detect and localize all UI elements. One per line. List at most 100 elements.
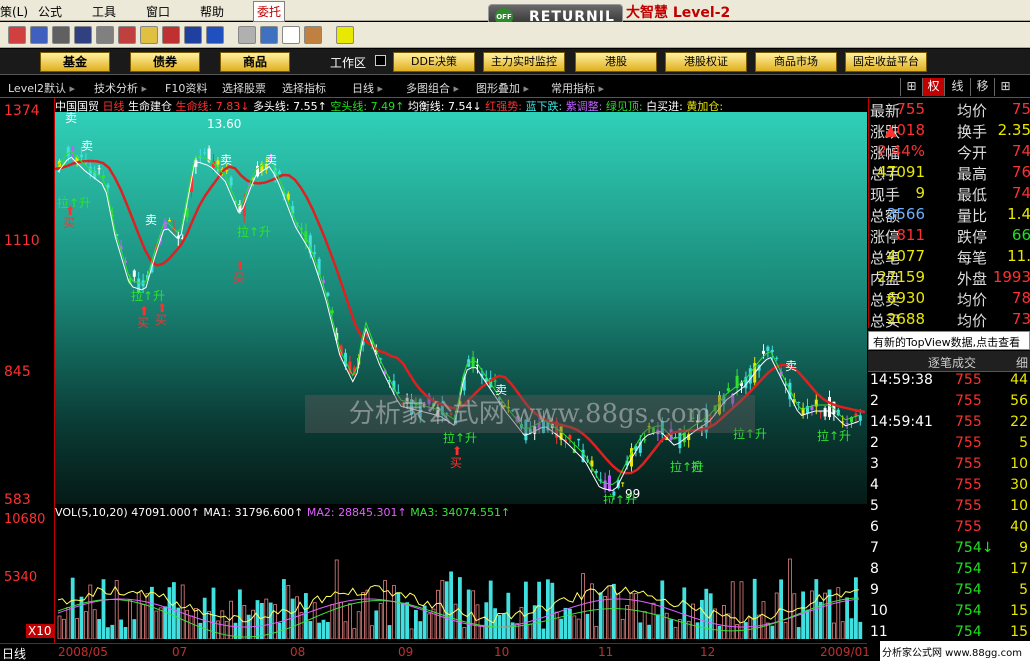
menu-window[interactable]: 窗口	[146, 3, 170, 20]
icon-toolbar	[0, 22, 1030, 48]
tab-line[interactable]: 线	[944, 78, 970, 96]
save-icon[interactable]	[238, 26, 256, 44]
main-force-monitor-button[interactable]: 主力实时监控	[483, 52, 565, 72]
tab-rights[interactable]: 权	[922, 78, 944, 96]
volume-bar	[259, 602, 264, 640]
tick-volume: 22	[1010, 414, 1028, 430]
volume-bar	[625, 605, 629, 640]
volume-bar	[796, 627, 801, 640]
menu-tools[interactable]: 工具	[92, 3, 116, 20]
volume-bar	[457, 577, 462, 640]
quote-value: 1.4	[1007, 205, 1030, 223]
volume-chart[interactable]	[55, 520, 867, 640]
volume-bar	[581, 573, 585, 640]
tick-time: 7	[870, 540, 879, 556]
tick-volume: 10	[1010, 456, 1028, 472]
workarea-label: 工作区	[330, 56, 367, 70]
tab-f10[interactable]: F10资料	[165, 80, 207, 96]
binoculars-icon[interactable]	[74, 26, 92, 44]
entrust-button[interactable]: 委托	[253, 1, 286, 22]
pull-up-signal: 拉↑升	[817, 428, 851, 443]
layout-icon[interactable]	[282, 26, 300, 44]
volume-bar	[141, 604, 145, 640]
volume-bar	[409, 628, 414, 640]
tab-daily[interactable]: 日线 ▸	[352, 80, 383, 96]
tab-move[interactable]: 移	[970, 78, 994, 96]
menu-strategy[interactable]: 策(L)	[0, 3, 28, 20]
quote-label: 均价	[957, 312, 988, 330]
hk-warrant-button[interactable]: 港股权证	[665, 52, 747, 72]
ma1-value: 31796.600↑	[234, 506, 304, 519]
volume-bar	[308, 621, 313, 640]
volume-bar	[550, 582, 555, 640]
quote-label: 最低	[957, 186, 988, 204]
volume-bar	[656, 614, 660, 640]
forbid-icon[interactable]	[162, 26, 180, 44]
tick-price: 754	[955, 624, 982, 640]
grid-icon[interactable]: ⊞	[900, 78, 922, 96]
price-chart[interactable]: 13.60 99 ⬆ 买 ⬆ 买 ⬆ 买 ⬆ 买 ⬆ 买卖卖卖卖卖卖卖拉↑升 拉↑升 拉↑升 拉↑升 拉↑升拉…	[55, 112, 867, 504]
tab-grid2[interactable]: ⊞	[994, 78, 1016, 96]
pull-signal: 拉	[691, 459, 703, 474]
volume-bar	[176, 607, 181, 640]
tick-volume: 40	[1010, 519, 1028, 535]
menu-help[interactable]: 帮助	[200, 3, 224, 20]
volume-bar	[128, 599, 132, 640]
tick-header-detail[interactable]: 细	[1016, 354, 1028, 371]
ie-icon[interactable]	[206, 26, 224, 44]
tab-select-indicator[interactable]: 选择指标	[282, 80, 326, 96]
window-icon[interactable]	[260, 26, 278, 44]
tick-row: 14:59:41 755 22	[868, 414, 1030, 435]
tab-common-indicators[interactable]: 常用指标 ▸	[551, 80, 604, 96]
tool-icon[interactable]	[52, 26, 70, 44]
volume-bar	[180, 584, 185, 640]
candle-body	[766, 346, 770, 351]
volume-bar	[695, 622, 700, 640]
volume-bar	[369, 625, 374, 640]
sell-signal: 卖	[220, 153, 232, 167]
tick-time: 3	[870, 456, 879, 472]
candle-body	[775, 357, 779, 359]
fixed-income-button[interactable]: 固定收益平台	[845, 52, 927, 72]
topview-notice[interactable]: 有新的TopView数据,点击查看	[868, 331, 1030, 350]
tick-header-label[interactable]: 逐笔成交	[928, 354, 976, 371]
volume-bar	[590, 583, 594, 640]
quote-label: 量比	[957, 207, 988, 225]
tick-price: 754	[955, 603, 982, 619]
hk-stock-button[interactable]: 港股	[575, 52, 657, 72]
tab-label: 常用指标	[551, 82, 595, 95]
vol-tick-10680: 10680	[4, 512, 46, 527]
watermark-footer: 分析家公式网 www.88gg.com	[880, 641, 1030, 661]
workarea-checkbox[interactable]	[375, 55, 386, 66]
fund-button[interactable]: 基金	[40, 52, 110, 72]
sell-signal: 卖	[785, 359, 797, 373]
volume-bar	[312, 602, 317, 640]
print-icon[interactable]	[30, 26, 48, 44]
diamond-icon[interactable]	[140, 26, 158, 44]
alert-icon[interactable]	[118, 26, 136, 44]
commodity-button[interactable]: 商品	[220, 52, 290, 72]
tab-overlay[interactable]: 图形叠加 ▸	[476, 80, 529, 96]
price-axis: 1374 1110 845 583 10680 5340 X10	[0, 98, 55, 643]
volume-bar	[83, 611, 88, 640]
tick-price: 755	[955, 414, 982, 430]
dde-button[interactable]: DDE决策	[393, 52, 475, 72]
tab-multi-chart[interactable]: 多图组合 ▸	[406, 80, 459, 96]
volume-bar	[132, 619, 137, 640]
bond-button[interactable]: 债券	[130, 52, 200, 72]
books-icon[interactable]	[304, 26, 322, 44]
tab-select-stock[interactable]: 选择股票	[222, 80, 266, 96]
brand-logo: 大智慧 Level-2	[626, 5, 731, 21]
tab-tech-analysis[interactable]: 技术分析 ▸	[94, 80, 147, 96]
help-cursor-icon[interactable]	[336, 26, 354, 44]
watermark: 分析家公式网 www.88gs.com	[305, 395, 755, 433]
menu-formula[interactable]: 公式	[38, 3, 62, 20]
tab-level2[interactable]: Level2默认 ▸	[8, 80, 75, 96]
commodity-market-button[interactable]: 商品市场	[755, 52, 837, 72]
globe-icon[interactable]	[184, 26, 202, 44]
gear-icon[interactable]	[96, 26, 114, 44]
keyboard-icon[interactable]	[8, 26, 26, 44]
volume-bar	[400, 602, 405, 640]
volume-bar	[788, 558, 792, 640]
volume-bar	[484, 602, 489, 640]
